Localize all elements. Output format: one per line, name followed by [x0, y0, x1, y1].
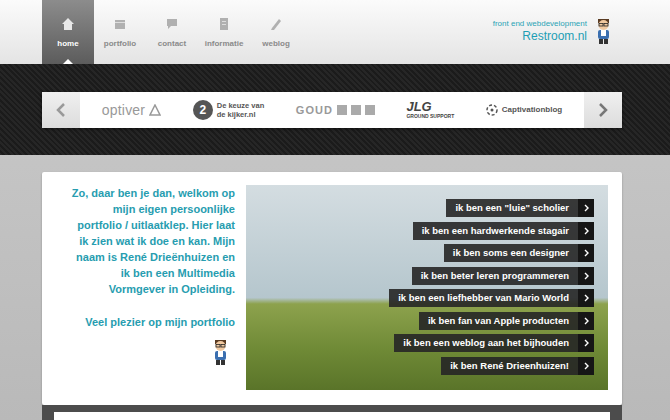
hero-label-text: ik ben een weblog aan het bijhouden: [394, 334, 578, 352]
arrow: [578, 334, 594, 352]
nav-item[interactable]: portfolio: [94, 0, 146, 64]
nav-item[interactable]: informatie: [198, 0, 250, 64]
chevron-right-icon: [584, 204, 589, 212]
arrow: [578, 267, 594, 285]
intro-text: Zo, daar ben je dan, welkom op mijn eige…: [70, 185, 235, 297]
square-icon: [351, 105, 361, 115]
brand-name: Restroom.nl: [493, 29, 587, 44]
nav-item[interactable]: home: [42, 0, 94, 64]
arrow: [578, 357, 594, 375]
hero-label[interactable]: ik ben een liefhebber van Mario World: [389, 289, 594, 307]
logo-name: JLG: [406, 101, 454, 113]
chevron-right-icon: [584, 249, 589, 257]
optiver-logo[interactable]: optiver: [102, 100, 161, 121]
square-icon: [337, 105, 347, 115]
brand-text: front end webdevelopmentRestroom.nl: [493, 18, 587, 44]
logo-sub: GROUND SUPPORT: [406, 113, 454, 119]
logo-number: 2: [193, 100, 213, 120]
speech-bubble-icon: [165, 17, 179, 31]
keuze-logo[interactable]: 2De keuze vande kijker.nl: [193, 100, 265, 120]
home-icon: [61, 17, 75, 31]
avatar: [70, 339, 235, 366]
logo-line: de kijker.nl: [217, 110, 265, 119]
main-nav: home portfolio contact informatie weblog: [42, 0, 302, 64]
hero-label[interactable]: ik ben soms een designer: [444, 244, 594, 262]
chevron-left-icon: [56, 103, 66, 117]
pencil-icon: [269, 17, 283, 31]
jlg-logo[interactable]: JLGGROUND SUPPORT: [406, 101, 454, 119]
document-icon: [217, 17, 231, 31]
arrow: [578, 222, 594, 240]
avatar-icon: [595, 18, 612, 45]
nav-label: home: [57, 38, 78, 50]
hero-label[interactable]: ik ben fan van Apple producten: [419, 312, 594, 330]
chevron-right-icon: [584, 339, 589, 347]
chevron-right-icon: [584, 227, 589, 235]
chevron-right-icon: [598, 103, 608, 117]
hero-photo: ik ben een "luie" scholier ik ben een har…: [246, 185, 608, 390]
nav-label: portfolio: [104, 38, 136, 50]
hero-label-text: ik ben René Drieenhuizen!: [441, 357, 578, 375]
next-section-panel: [54, 412, 610, 420]
captivation-logo[interactable]: Captivationblog: [486, 104, 562, 116]
swirl-icon: [486, 104, 498, 116]
hero-label-text: ik ben fan van Apple producten: [419, 312, 578, 330]
prev-button[interactable]: [42, 92, 80, 128]
arrow: [578, 312, 594, 330]
arrow: [578, 199, 594, 217]
next-section: [42, 405, 622, 420]
logo-text: optiver: [102, 100, 145, 121]
nav-item[interactable]: contact: [146, 0, 198, 64]
logo-line: De keuze van: [217, 101, 265, 110]
hero-label-text: ik ben een "luie" scholier: [446, 199, 578, 217]
hero-label-text: ik ben soms een designer: [444, 244, 578, 262]
hero-label-text: ik ben een hardwerkende stagair: [413, 222, 578, 240]
hero-label[interactable]: ik ben beter leren programmeren: [412, 267, 594, 285]
chevron-right-icon: [584, 362, 589, 370]
logo-text: GOUD: [296, 102, 333, 119]
hero-label[interactable]: ik ben een hardwerkende stagair: [413, 222, 594, 240]
hero-label-text: ik ben een liefhebber van Mario World: [389, 289, 578, 307]
nav-label: informatie: [205, 38, 244, 50]
content-area: Zo, daar ben je dan, welkom op mijn eige…: [0, 155, 670, 405]
triangle-icon: [149, 104, 161, 116]
goud-logo[interactable]: GOUD: [296, 102, 375, 119]
hero-label[interactable]: ik ben René Drieenhuizen!: [441, 357, 594, 375]
nav-label: contact: [158, 38, 186, 50]
hero-label[interactable]: ik ben een "luie" scholier: [446, 199, 594, 217]
box-icon: [113, 17, 127, 31]
header: home portfolio contact informatie weblog fron…: [0, 0, 670, 64]
logo-text: Captivationblog: [502, 104, 562, 116]
arrow: [578, 289, 594, 307]
brand[interactable]: front end webdevelopmentRestroom.nl: [493, 0, 670, 64]
arrow: [578, 244, 594, 262]
logo-list: optiver2De keuze vande kijker.nlGOUDJLGG…: [80, 92, 584, 128]
chevron-right-icon: [584, 317, 589, 325]
logo-band: optiver2De keuze vande kijker.nlGOUDJLGG…: [0, 64, 670, 155]
brand-tagline: front end webdevelopment: [493, 18, 587, 29]
chevron-right-icon: [584, 294, 589, 302]
intro-closing: Veel plezier op mijn portfolio: [70, 314, 235, 330]
avatar-icon: [212, 339, 229, 366]
square-icon: [365, 105, 375, 115]
nav-item[interactable]: weblog: [250, 0, 302, 64]
intro-card: Zo, daar ben je dan, welkom op mijn eige…: [42, 172, 622, 405]
chevron-right-icon: [584, 272, 589, 280]
next-button[interactable]: [584, 92, 622, 128]
nav-label: weblog: [262, 38, 290, 50]
logo-text: JLGGROUND SUPPORT: [406, 101, 454, 119]
hero-label-text: ik ben beter leren programmeren: [412, 267, 578, 285]
hero-label[interactable]: ik ben een weblog aan het bijhouden: [394, 334, 594, 352]
intro: Zo, daar ben je dan, welkom op mijn eige…: [70, 185, 235, 392]
logo-slider: optiver2De keuze vande kijker.nlGOUDJLGG…: [42, 92, 622, 128]
logo-text: De keuze vande kijker.nl: [217, 101, 265, 119]
